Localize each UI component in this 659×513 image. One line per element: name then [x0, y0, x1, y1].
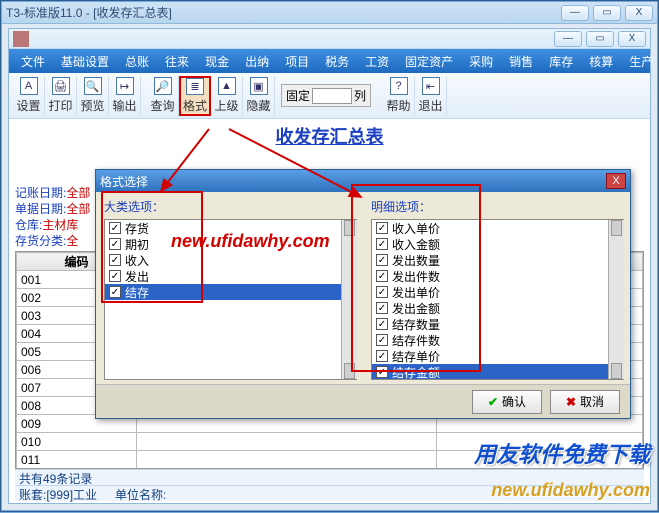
toolbar-输出-button[interactable]: ↦输出: [109, 76, 141, 116]
checkbox[interactable]: ✓: [376, 286, 388, 298]
list-item[interactable]: ✓发出: [105, 268, 341, 284]
list-item[interactable]: ✓结存金额: [372, 364, 608, 379]
child-close-button[interactable]: X: [618, 31, 646, 47]
list-item[interactable]: ✓结存数量: [372, 316, 608, 332]
menu-item[interactable]: 固定资产: [399, 51, 459, 72]
toolbar-上级-button[interactable]: ▲上级: [211, 76, 243, 116]
inner-titlebar: — ▭ X: [9, 29, 650, 49]
menu-item[interactable]: 文件: [15, 51, 51, 72]
toolbar-icon: A: [20, 77, 38, 95]
menu-item[interactable]: 生产: [623, 51, 659, 72]
menu-item[interactable]: 销售: [503, 51, 539, 72]
checkbox[interactable]: ✓: [109, 254, 121, 266]
toolbar-icon: ≣: [186, 78, 204, 95]
checkbox[interactable]: ✓: [376, 270, 388, 282]
menu-item[interactable]: 采购: [463, 51, 499, 72]
list-item[interactable]: ✓收入金额: [372, 236, 608, 252]
cancel-button[interactable]: ✖取消: [550, 390, 620, 414]
left-panel-label: 大类选项：: [104, 198, 357, 215]
list-item[interactable]: ✓发出金额: [372, 300, 608, 316]
menu-item[interactable]: 现金: [199, 51, 235, 72]
toolbar-icon: ⇤: [422, 77, 440, 95]
minimize-button[interactable]: —: [561, 5, 589, 21]
toolbar-icon: ▣: [250, 77, 268, 95]
scrollbar[interactable]: [608, 220, 624, 379]
dialog-close-button[interactable]: X: [606, 173, 626, 189]
outer-title: T3-标准版11.0 - [收发存汇总表]: [6, 4, 561, 21]
detail-listbox[interactable]: ✓收入单价✓收入金额✓发出数量✓发出件数✓发出单价✓发出金额✓结存数量✓结存件数…: [371, 219, 624, 380]
menu-item[interactable]: 总账: [119, 51, 155, 72]
checkbox[interactable]: ✓: [376, 302, 388, 314]
scrollbar[interactable]: [341, 220, 357, 379]
checkbox[interactable]: ✓: [109, 286, 121, 298]
toolbar-icon: 🔎: [154, 77, 172, 95]
maximize-button[interactable]: ▭: [593, 5, 621, 21]
menubar[interactable]: 文件基础设置总账往来现金出纳项目税务工资固定资产采购销售库存核算生产老板通票据通: [9, 49, 650, 73]
toolbar-icon: ▲: [218, 77, 236, 95]
checkbox[interactable]: ✓: [376, 318, 388, 330]
toolbar-icon: ↦: [116, 77, 134, 95]
list-item[interactable]: ✓收入: [105, 252, 341, 268]
menu-item[interactable]: 项目: [279, 51, 315, 72]
toolbar-打印-button[interactable]: 🖨打印: [45, 76, 77, 116]
list-item[interactable]: ✓发出件数: [372, 268, 608, 284]
toolbar-帮助-button[interactable]: ?帮助: [383, 76, 415, 116]
toolbar-格式-button[interactable]: ≣格式: [179, 76, 211, 116]
list-item[interactable]: ✓收入单价: [372, 220, 608, 236]
toolbar-查询-button[interactable]: 🔎查询: [147, 76, 179, 116]
menu-item[interactable]: 核算: [583, 51, 619, 72]
page-title: 收发存汇总表: [9, 119, 650, 155]
menu-item[interactable]: 税务: [319, 51, 355, 72]
toolbar-icon: ?: [390, 77, 408, 95]
menu-item[interactable]: 往来: [159, 51, 195, 72]
menu-item[interactable]: 库存: [543, 51, 579, 72]
list-item[interactable]: ✓期初: [105, 236, 341, 252]
right-panel-label: 明细选项：: [371, 198, 624, 215]
toolbar-预览-button[interactable]: 🔍预览: [77, 76, 109, 116]
checkbox[interactable]: ✓: [376, 222, 388, 234]
list-item[interactable]: ✓结存: [105, 284, 341, 300]
category-listbox[interactable]: ✓存货✓期初✓收入✓发出✓结存: [104, 219, 357, 380]
menu-item[interactable]: 工资: [359, 51, 395, 72]
checkbox[interactable]: ✓: [109, 238, 121, 250]
list-item[interactable]: ✓发出数量: [372, 252, 608, 268]
menu-item[interactable]: 基础设置: [55, 51, 115, 72]
list-item[interactable]: ✓结存件数: [372, 332, 608, 348]
dialog-title: 格式选择: [100, 173, 148, 190]
child-maximize-button[interactable]: ▭: [586, 31, 614, 47]
app-icon: [13, 31, 29, 47]
checkbox[interactable]: ✓: [109, 270, 121, 282]
toolbar-icon: 🔍: [84, 77, 102, 95]
checkbox[interactable]: ✓: [376, 254, 388, 266]
toolbar: A设置🖨打印🔍预览↦输出🔎查询≣格式▲上级▣隐藏固定列 ?帮助⇤退出: [9, 73, 650, 119]
fixed-columns-control[interactable]: 固定列: [281, 84, 371, 107]
ok-button[interactable]: ✔确认: [472, 390, 542, 414]
x-icon: ✖: [566, 395, 576, 409]
watermark-url: new.ufidawhy.com: [491, 480, 650, 501]
toolbar-退出-button[interactable]: ⇤退出: [415, 76, 447, 116]
fixed-columns-input[interactable]: [312, 88, 352, 104]
checkbox[interactable]: ✓: [376, 334, 388, 346]
format-dialog: 格式选择 X 大类选项： ✓存货✓期初✓收入✓发出✓结存 明细选项： ✓收入单价…: [95, 169, 631, 419]
list-item[interactable]: ✓结存单价: [372, 348, 608, 364]
checkbox[interactable]: ✓: [109, 222, 121, 234]
checkbox[interactable]: ✓: [376, 350, 388, 362]
filter-summary: 记账日期:全部单据日期:全部仓库:主材库存货分类:全: [15, 185, 90, 249]
dialog-titlebar[interactable]: 格式选择 X: [96, 170, 630, 192]
toolbar-隐藏-button[interactable]: ▣隐藏: [243, 76, 275, 116]
close-button[interactable]: X: [625, 5, 653, 21]
outer-titlebar[interactable]: T3-标准版11.0 - [收发存汇总表] — ▭ X: [2, 2, 657, 24]
checkbox[interactable]: ✓: [376, 238, 388, 250]
checkbox[interactable]: ✓: [376, 366, 388, 378]
watermark-brand: 用友软件免费下载: [474, 437, 650, 469]
check-icon: ✔: [488, 395, 498, 409]
menu-item[interactable]: 出纳: [239, 51, 275, 72]
toolbar-icon: 🖨: [52, 77, 70, 95]
toolbar-设置-button[interactable]: A设置: [13, 76, 45, 116]
list-item[interactable]: ✓发出单价: [372, 284, 608, 300]
child-minimize-button[interactable]: —: [554, 31, 582, 47]
list-item[interactable]: ✓存货: [105, 220, 341, 236]
